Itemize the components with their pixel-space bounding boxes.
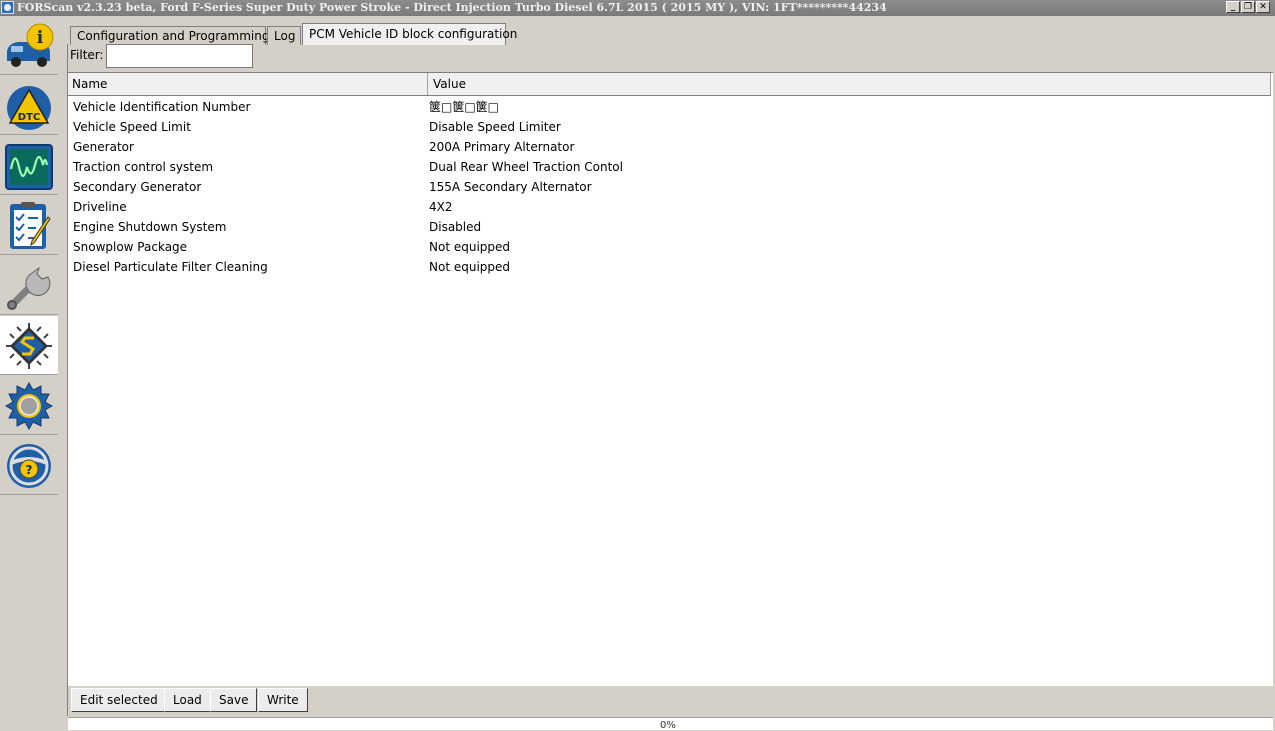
action-bar: Edit selected Load Save Write: [68, 686, 1273, 716]
table-row[interactable]: Engine Shutdown System Disabled: [68, 217, 1271, 237]
row-name: Vehicle Speed Limit: [73, 120, 191, 134]
dtc-label: DTC: [18, 112, 40, 123]
row-name: Driveline: [73, 200, 127, 214]
table-row[interactable]: Driveline 4X2: [68, 197, 1271, 217]
chip-icon: [6, 323, 52, 369]
row-name: Diesel Particulate Filter Cleaning: [73, 260, 268, 274]
table-header: Name Value: [68, 73, 1271, 96]
sidebar-item-vehicle-info[interactable]: i: [0, 16, 58, 75]
table-row[interactable]: Snowplow Package Not equipped: [68, 237, 1271, 257]
load-button[interactable]: Load: [164, 688, 211, 712]
sidebar-item-oscilloscope[interactable]: [0, 136, 58, 195]
save-button[interactable]: Save: [210, 688, 258, 712]
row-value: 155A Secondary Alternator: [429, 180, 592, 194]
restore-button[interactable]: ❐: [1241, 1, 1255, 13]
row-value: Not equipped: [429, 260, 511, 274]
dtc-warning-icon: DTC: [7, 86, 51, 130]
svg-text:i: i: [37, 28, 44, 48]
svg-text:?: ?: [26, 463, 33, 477]
minimize-button[interactable]: _: [1226, 1, 1240, 13]
parameters-table: Name Value Vehicle Identification Number…: [68, 72, 1273, 687]
row-name: Traction control system: [73, 160, 214, 174]
column-header-name[interactable]: Name: [68, 73, 428, 95]
row-name: Generator: [73, 140, 134, 154]
checklist-icon: [10, 202, 51, 249]
row-value: 200A Primary Alternator: [429, 140, 575, 154]
sidebar-item-configuration[interactable]: [0, 316, 58, 375]
row-value: Not equipped: [429, 240, 511, 254]
wrench-icon: [7, 266, 51, 310]
sidebar-item-tests[interactable]: [0, 196, 58, 255]
row-name: Snowplow Package: [73, 240, 188, 254]
progress-bar: 0%: [68, 717, 1273, 731]
title-bar: FORScan v2.3.23 beta, Ford F-Series Supe…: [0, 0, 1275, 16]
gear-icon: [4, 381, 54, 431]
table-row[interactable]: Vehicle Identification Number 箧□箧□箧□: [68, 97, 1271, 117]
table-row[interactable]: Generator 200A Primary Alternator: [68, 137, 1271, 157]
row-value: Disabled: [429, 220, 482, 234]
tab-log[interactable]: Log: [267, 26, 301, 45]
write-button[interactable]: Write: [258, 688, 308, 712]
car-info-icon: i: [7, 23, 54, 67]
table-row[interactable]: Diesel Particulate Filter Cleaning Not eq…: [68, 257, 1271, 277]
table-row[interactable]: Vehicle Speed Limit Disable Speed Limiter: [68, 117, 1271, 137]
sidebar-item-help[interactable]: ?: [0, 436, 58, 495]
column-header-value[interactable]: Value: [428, 73, 1271, 95]
row-name: Engine Shutdown System: [73, 220, 227, 234]
row-name: Vehicle Identification Number: [73, 100, 251, 114]
row-name: Secondary Generator: [73, 180, 202, 194]
tab-configuration-programming[interactable]: Configuration and Programming: [70, 26, 269, 45]
edit-selected-button[interactable]: Edit selected: [71, 688, 167, 712]
row-value: 4X2: [429, 200, 453, 214]
window-title: FORScan v2.3.23 beta, Ford F-Series Supe…: [17, 1, 887, 14]
oscilloscope-icon: [5, 144, 53, 190]
row-value: Dual Rear Wheel Traction Contol: [429, 160, 623, 174]
sidebar-item-settings[interactable]: [0, 376, 58, 435]
filter-label: Filter:: [70, 48, 104, 62]
table-row[interactable]: Traction control system Dual Rear Wheel T…: [68, 157, 1271, 177]
row-value: Disable Speed Limiter: [429, 120, 561, 134]
close-button[interactable]: ✕: [1256, 1, 1270, 13]
app-icon: [1, 1, 14, 14]
sidebar: i DTC ?: [0, 16, 58, 500]
row-value: 箧□箧□箧□: [429, 100, 500, 114]
table-row[interactable]: Secondary Generator 155A Secondary Altern…: [68, 177, 1271, 197]
sidebar-item-dtc[interactable]: DTC: [0, 76, 58, 135]
tab-pcm-vehicle-id[interactable]: PCM Vehicle ID block configuration: [302, 23, 517, 45]
sidebar-item-service[interactable]: [0, 256, 58, 315]
help-steering-icon: ?: [7, 444, 51, 488]
progress-text: 0%: [660, 720, 676, 731]
filter-input[interactable]: [106, 44, 253, 68]
